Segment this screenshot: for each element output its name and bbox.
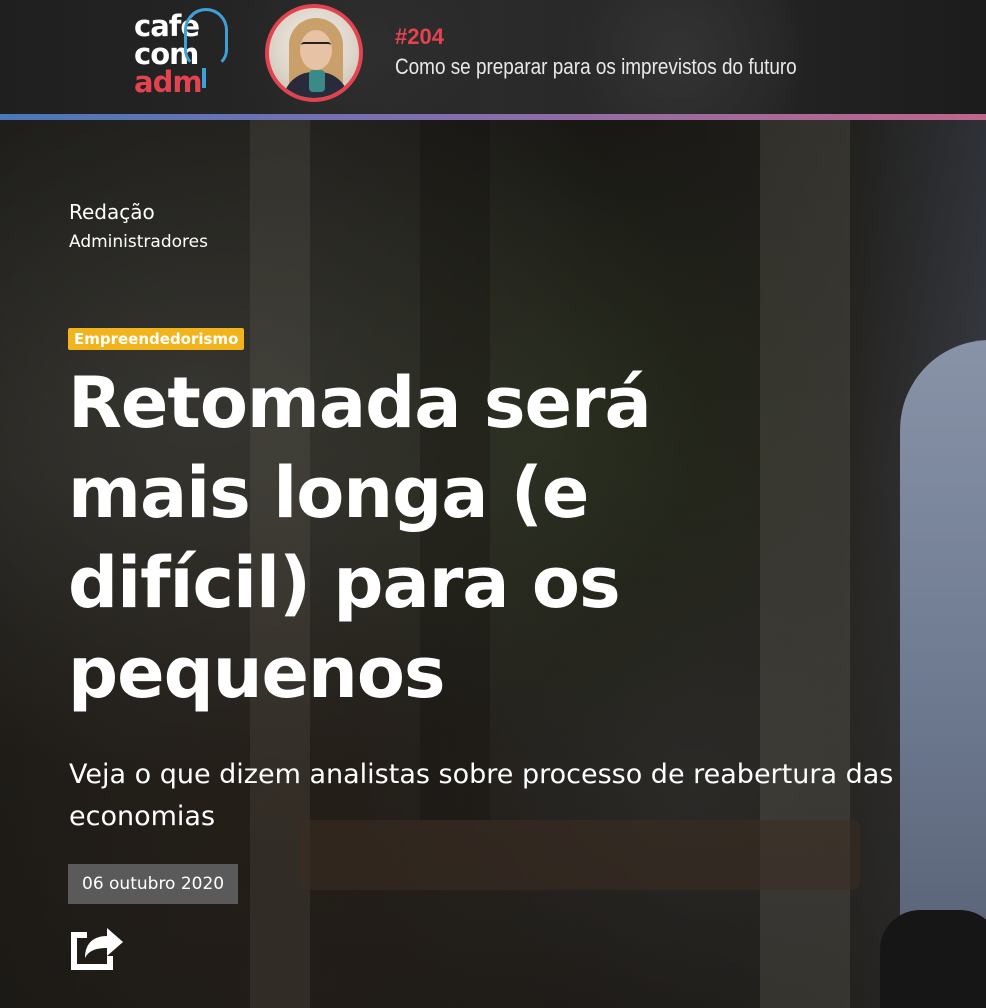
avatar-glasses (301, 42, 331, 52)
avatar-scarf (309, 70, 325, 92)
share-icon[interactable] (67, 920, 127, 972)
author-organization: Administradores (69, 232, 208, 252)
publish-date: 06 outubro 2020 (68, 864, 239, 904)
author-name[interactable]: Redação (69, 200, 155, 224)
episode-number: #204 (395, 24, 444, 49)
episode-title[interactable]: Como se preparar para os imprevistos do … (395, 54, 797, 80)
logo-line-3: adm (134, 65, 203, 99)
category-badge[interactable]: Empreendedorismo (68, 328, 245, 350)
mic-stand (202, 68, 206, 88)
article-subtitle: Veja o que dizem analistas sobre process… (69, 759, 894, 832)
background-glove (880, 910, 986, 1008)
background-person (900, 340, 986, 1008)
coffee-mic-icon (184, 8, 228, 68)
article-hero: Redação Administradores Empreendedorismo… (0, 120, 986, 1008)
article-headline: Retomada será mais longa (e difícil) par… (68, 362, 652, 714)
guest-avatar (265, 4, 363, 102)
cafe-com-adm-logo[interactable]: café com adm (134, 8, 244, 104)
podcast-banner[interactable]: café com adm #204 Como se preparar para … (0, 0, 986, 114)
